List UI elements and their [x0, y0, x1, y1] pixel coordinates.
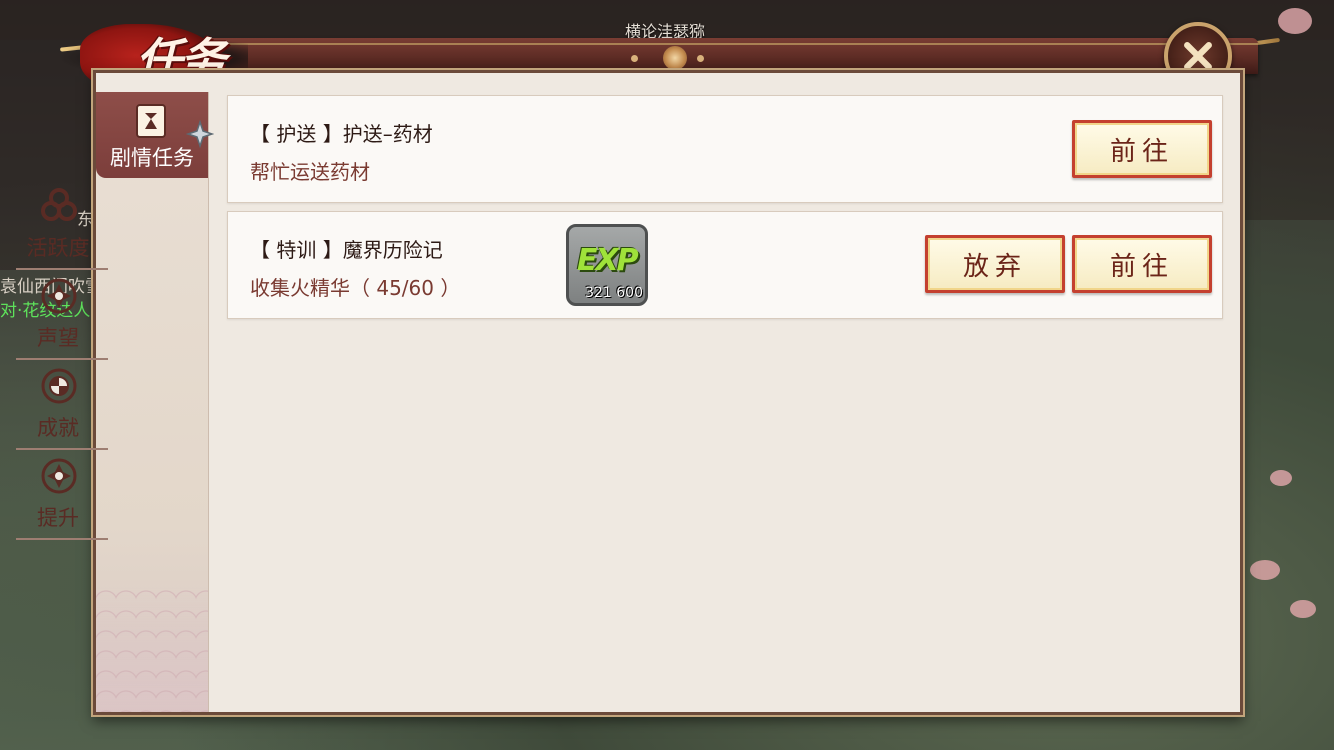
- quest-description: 收集火精华（ 45/60 ）: [250, 276, 461, 300]
- sidebar-item-reputation[interactable]: 声望: [8, 272, 108, 360]
- title-bar: [108, 38, 1258, 74]
- sidebar-item-label: 声望: [37, 326, 79, 350]
- sidebar-item-upgrade[interactable]: 提升: [8, 452, 108, 540]
- abandon-button[interactable]: 放弃: [925, 235, 1065, 293]
- exp-icon: EXP: [577, 243, 639, 278]
- story-scroll-icon: [136, 104, 166, 138]
- sidebar-item-label: 提升: [37, 506, 79, 530]
- close-icon: [1184, 42, 1212, 70]
- quest-description: 帮忙运送药材: [250, 160, 370, 184]
- exp-reward-amount: 321 600: [585, 285, 643, 301]
- sidebar-item-label: 剧情任务: [110, 146, 194, 170]
- exp-reward-item[interactable]: EXP 321 600: [566, 224, 648, 306]
- quest-row-training: 【 特训 】魔界历险记 收集火精华（ 45/60 ） EXP 321 600 放…: [227, 211, 1223, 319]
- sidebar-item-label: 成就: [37, 416, 79, 440]
- sidebar-item-activity[interactable]: 活跃度: [8, 182, 108, 270]
- title-bar-ornament-icon: [663, 46, 687, 70]
- upgrade-emblem-icon: [41, 458, 77, 494]
- sidebar: [96, 92, 209, 712]
- go-button[interactable]: 前往: [1072, 235, 1212, 293]
- sidebar-item-story-quests[interactable]: 剧情任务: [96, 92, 214, 178]
- sidebar-item-achievements[interactable]: 成就: [8, 362, 108, 450]
- quest-row-escort: 【 护送 】护送–药材 帮忙运送药材 前往: [227, 95, 1223, 203]
- achievement-emblem-icon: [41, 368, 77, 404]
- reputation-emblem-icon: [41, 278, 77, 314]
- sidebar-item-label: 活跃度: [26, 236, 90, 260]
- quest-title: 【 护送 】护送–药材: [250, 122, 433, 146]
- activity-clover-icon: [41, 188, 77, 221]
- quest-title: 【 特训 】魔界历险记: [250, 238, 443, 262]
- go-button[interactable]: 前往: [1072, 120, 1212, 178]
